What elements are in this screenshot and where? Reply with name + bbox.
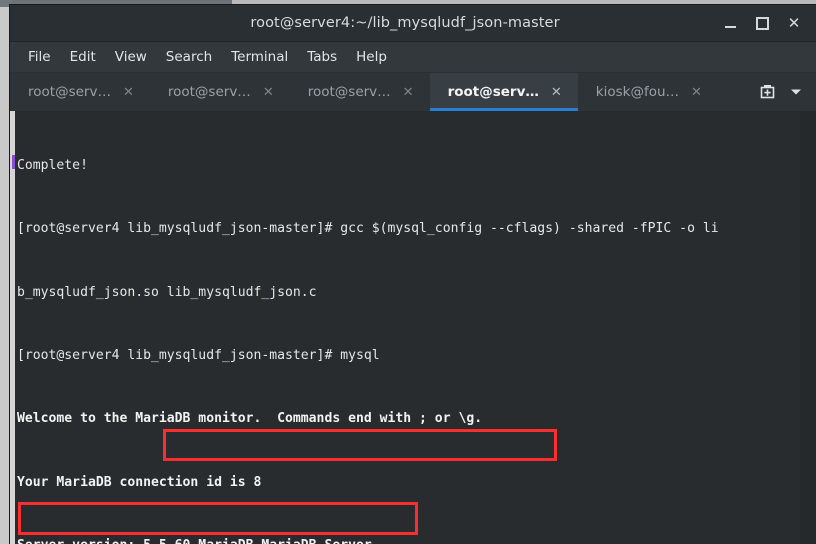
tab-2-close-icon[interactable]: ✕ (261, 86, 276, 99)
menu-tabs[interactable]: Tabs (299, 46, 345, 68)
term-line: Server version: 5.5.60-MariaDB MariaDB S… (17, 535, 800, 544)
new-tab-icon[interactable] (754, 79, 780, 105)
menu-search[interactable]: Search (158, 46, 220, 68)
terminal-right-gutter (800, 111, 816, 544)
tab-4-label: root@serv… (447, 84, 539, 100)
term-line: Your MariaDB connection id is 8 (17, 474, 262, 490)
term-line: [root@server4 lib_mysqludf_json-master]#… (17, 348, 380, 364)
tab-1-close-icon[interactable]: ✕ (121, 86, 136, 99)
close-icon: ✕ (787, 13, 801, 32)
screen: root@server4:~/lib_mysqludf_json-master … (0, 0, 816, 544)
terminal-output-area[interactable]: Complete! [root@server4 lib_mysqludf_jso… (10, 111, 816, 544)
menu-terminal[interactable]: Terminal (223, 46, 296, 68)
title-bar: root@server4:~/lib_mysqludf_json-master … (10, 5, 816, 42)
menu-file[interactable]: File (20, 46, 59, 68)
tab-2-label: root@serv… (167, 84, 251, 100)
tab-1[interactable]: root@serv… ✕ (10, 73, 150, 111)
menu-view[interactable]: View (107, 46, 155, 68)
terminal-window: root@server4:~/lib_mysqludf_json-master … (10, 5, 816, 544)
term-line: Welcome to the MariaDB monitor. Commands… (17, 411, 483, 427)
close-button[interactable]: ✕ (778, 8, 810, 38)
tab-1-label: root@serv… (28, 84, 111, 100)
term-line: b_mysqludf_json.so lib_mysqludf_json.c (17, 284, 317, 300)
window-controls: ✕ (714, 8, 816, 38)
tab-5[interactable]: kiosk@fou… ✕ (578, 73, 718, 111)
maximize-button[interactable] (746, 8, 778, 38)
chevron-down-icon[interactable] (784, 79, 808, 105)
tab-4-close-icon[interactable]: ✕ (549, 86, 564, 99)
tab-2[interactable]: root@serv… ✕ (150, 73, 290, 111)
menu-help[interactable]: Help (348, 46, 395, 68)
window-title: root@server4:~/lib_mysqludf_json-master (250, 15, 560, 31)
tab-5-close-icon[interactable]: ✕ (689, 86, 704, 99)
minimize-button[interactable] (714, 8, 746, 38)
menu-bar: File Edit View Search Terminal Tabs Help (10, 42, 816, 73)
tab-3-label: root@serv… (307, 84, 391, 100)
tab-bar-actions (754, 73, 816, 111)
terminal-text: Complete! [root@server4 lib_mysqludf_jso… (15, 111, 800, 544)
tab-5-label: kiosk@fou… (595, 84, 680, 100)
tab-3[interactable]: root@serv… ✕ (290, 73, 430, 111)
minimize-icon (724, 26, 736, 28)
term-line: [root@server4 lib_mysqludf_json-master]#… (17, 221, 719, 237)
tab-bar: root@serv… ✕ root@serv… ✕ root@serv… ✕ r… (10, 73, 816, 111)
menu-edit[interactable]: Edit (62, 46, 104, 68)
term-line: Complete! (17, 158, 88, 174)
maximize-icon (755, 16, 769, 30)
tab-3-close-icon[interactable]: ✕ (401, 86, 416, 99)
tab-4-active[interactable]: root@serv… ✕ (429, 73, 579, 111)
